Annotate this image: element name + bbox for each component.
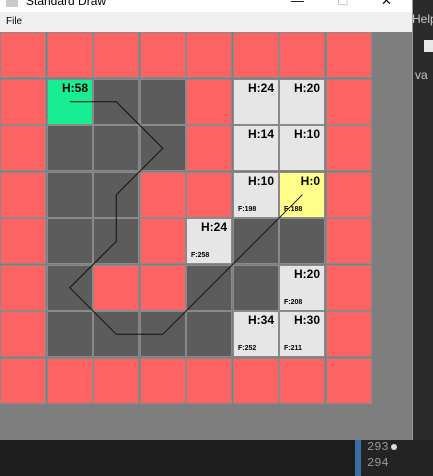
breakpoint-dot-icon <box>391 444 397 450</box>
maximize-icon[interactable]: ☐ <box>337 0 349 9</box>
line-number: 293 <box>367 440 389 454</box>
minimize-icon[interactable]: — <box>291 0 304 8</box>
menu-bar: File <box>0 12 412 32</box>
path-line <box>69 101 303 335</box>
background-help-menu: Help <box>412 12 433 26</box>
background-line-gutter: 293 294 <box>355 440 433 476</box>
gutter-accent-bar <box>355 440 361 476</box>
path-overlay <box>69 101 303 335</box>
line-number: 294 <box>367 456 389 470</box>
title-bar[interactable]: Standard Draw — ☐ ✕ <box>0 0 412 12</box>
background-editor-text: va <box>415 68 428 82</box>
background-editor-marker <box>424 40 433 52</box>
close-icon[interactable]: ✕ <box>381 0 392 9</box>
app-icon <box>6 0 18 7</box>
standard-draw-window: Standard Draw — ☐ ✕ File H:58 H:24 H:20 H:1… <box>0 0 413 440</box>
menu-file[interactable]: File <box>6 16 22 27</box>
window-title: Standard Draw <box>26 0 107 8</box>
